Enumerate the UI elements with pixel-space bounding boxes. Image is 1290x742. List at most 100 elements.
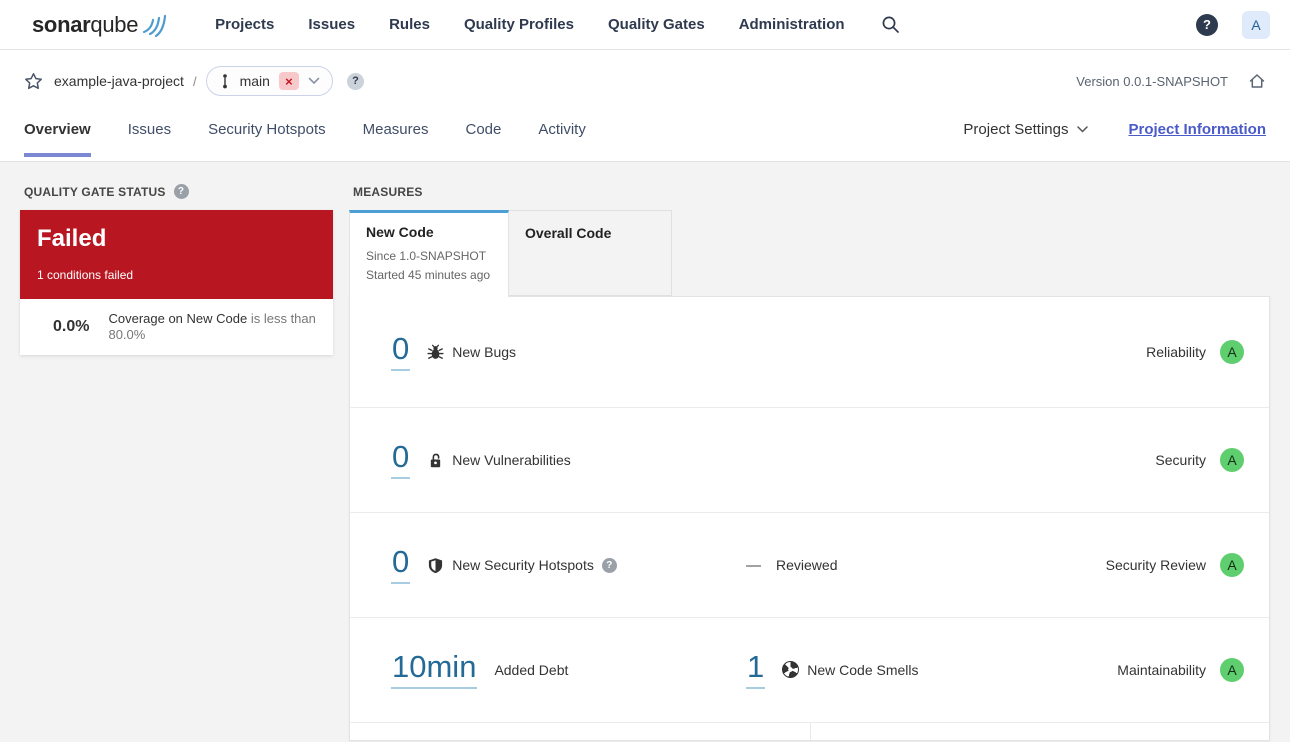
project-settings-menu[interactable]: Project Settings — [963, 121, 1089, 138]
quality-gate-condition-row[interactable]: 0.0% Coverage on New Code is less than 8… — [20, 299, 333, 355]
new-security-hotspots-label-group: New Security Hotspots ? — [427, 557, 617, 574]
security-hotspots-help-icon[interactable]: ? — [601, 557, 617, 573]
quality-gate-panel: QUALITY GATE STATUS ? Failed 1 condition… — [20, 184, 333, 741]
reviewed-dash: — — [746, 556, 761, 574]
new-vulnerabilities-label: New Vulnerabilities — [452, 452, 571, 468]
breadcrumb-separator: / — [192, 73, 197, 89]
nav-quality-profiles[interactable]: Quality Profiles — [464, 16, 574, 33]
tab-new-code[interactable]: New Code Since 1.0-SNAPSHOT Started 45 m… — [349, 210, 509, 297]
measures-title-row: MEASURES — [353, 184, 1270, 199]
search-icon[interactable] — [881, 15, 900, 34]
sonar-waves-icon — [139, 8, 169, 38]
reviewed-label: Reviewed — [776, 557, 838, 573]
project-information-link[interactable]: Project Information — [1128, 121, 1266, 138]
tab-security-hotspots[interactable]: Security Hotspots — [208, 112, 326, 162]
sonarqube-logo[interactable]: sonarqube — [32, 10, 169, 40]
added-debt-label: Added Debt — [494, 662, 569, 678]
measures-title: MEASURES — [353, 184, 423, 199]
branch-help-icon[interactable]: ? — [346, 72, 364, 90]
breadcrumb-right: Version 0.0.1-SNAPSHOT — [1076, 72, 1266, 90]
new-code-smells-label-group: New Code Smells — [782, 661, 919, 679]
help-icon[interactable]: ? — [1196, 13, 1218, 36]
hotspots-reviewed-group: — Reviewed — [746, 557, 837, 574]
top-right-actions: ? A — [1196, 10, 1270, 39]
project-header: example-java-project / main × ? Version … — [0, 50, 1290, 162]
measure-row-security-hotspots: 0 New Security Hotspots ? — Reviewed Sec… — [350, 513, 1269, 618]
reliability-rating-badge: A — [1220, 340, 1244, 364]
quality-gate-card: Failed 1 conditions failed 0.0% Coverage… — [20, 210, 333, 355]
top-navigation-bar: sonarqube Projects Issues Rules Quality … — [0, 0, 1290, 50]
tab-measures[interactable]: Measures — [363, 112, 429, 162]
new-code-smells-label: New Code Smells — [807, 661, 919, 678]
measures-rows: 0 New Bugs Reliability A 0 New Vulnerabi… — [349, 296, 1270, 741]
new-code-since: Since 1.0-SNAPSHOT — [366, 249, 487, 263]
quality-gate-status-banner: Failed 1 conditions failed — [20, 210, 333, 299]
new-bugs-label: New Bugs — [452, 344, 517, 360]
shield-icon — [427, 557, 444, 574]
maintainability-rating-badge: A — [1220, 658, 1244, 682]
security-review-rating-group: Security Review A — [1106, 553, 1244, 577]
logo-text-bold: sonar — [32, 11, 91, 37]
overview-content: QUALITY GATE STATUS ? Failed 1 condition… — [0, 162, 1290, 741]
quality-gate-title: QUALITY GATE STATUS — [24, 184, 166, 199]
new-vulnerabilities-count-link[interactable]: 0 — [391, 441, 411, 479]
tab-code[interactable]: Code — [465, 112, 501, 162]
nav-quality-gates[interactable]: Quality Gates — [608, 16, 705, 33]
new-code-smells-count-link[interactable]: 1 — [746, 651, 766, 689]
branch-selector[interactable]: main × — [205, 66, 333, 96]
primary-nav: Projects Issues Rules Quality Profiles Q… — [215, 16, 844, 33]
condition-value: 0.0% — [53, 318, 90, 335]
security-label: Security — [1155, 452, 1206, 468]
breadcrumb-project-link[interactable]: example-java-project — [54, 73, 184, 89]
version-label: Version 0.0.1-SNAPSHOT — [1076, 73, 1228, 89]
measure-row-vulnerabilities: 0 New Vulnerabilities Security A — [350, 408, 1269, 513]
branch-name: main — [239, 73, 270, 89]
tab-new-code-label: New Code — [366, 224, 434, 240]
reliability-rating-group: Reliability A — [1146, 340, 1244, 364]
new-bugs-label-group: New Bugs — [427, 344, 516, 361]
new-code-started: Started 45 minutes ago — [366, 267, 491, 282]
new-security-hotspots-count-link[interactable]: 0 — [391, 546, 411, 584]
security-review-label: Security Review — [1105, 557, 1206, 573]
bug-icon — [427, 344, 444, 361]
new-code-smells-group: 1 New Code Smells — [746, 651, 919, 689]
new-security-hotspots-label: New Security Hotspots — [452, 557, 594, 573]
favorite-star-icon[interactable] — [24, 72, 43, 91]
project-tabs-right: Project Settings Project Information — [963, 112, 1266, 162]
branch-failed-badge: × — [278, 72, 299, 90]
nav-administration[interactable]: Administration — [739, 16, 845, 33]
tab-overall-code[interactable]: Overall Code — [509, 210, 672, 296]
nav-projects[interactable]: Projects — [215, 16, 274, 33]
quality-gate-help-icon[interactable]: ? — [173, 184, 189, 199]
quality-gate-conditions-summary: 1 conditions failed — [37, 268, 134, 282]
nav-issues[interactable]: Issues — [308, 16, 355, 33]
code-smell-icon — [782, 661, 800, 679]
tab-overall-code-label: Overall Code — [525, 225, 612, 241]
nav-rules[interactable]: Rules — [389, 16, 430, 33]
maintainability-label: Maintainability — [1117, 662, 1206, 678]
quality-gate-status: Failed — [37, 225, 107, 252]
condition-text: Coverage on New Code is less than 80.0% — [108, 311, 322, 344]
project-settings-label: Project Settings — [963, 121, 1069, 138]
new-bugs-count-link[interactable]: 0 — [391, 333, 411, 371]
new-vulnerabilities-label-group: New Vulnerabilities — [427, 452, 571, 469]
measure-row-maintainability: 10min Added Debt 1 New Code Smells Maint… — [350, 618, 1269, 723]
tab-issues[interactable]: Issues — [128, 112, 171, 162]
measure-row-bugs: 0 New Bugs Reliability A — [350, 297, 1269, 408]
condition-metric: Coverage on New Code — [108, 310, 248, 326]
security-rating-badge: A — [1220, 448, 1244, 472]
panel-vertical-divider — [810, 723, 811, 740]
added-debt-link[interactable]: 10min — [391, 651, 478, 689]
tab-new-code-subtitle: Since 1.0-SNAPSHOT Started 45 minutes ag… — [366, 247, 492, 284]
home-icon[interactable] — [1248, 72, 1266, 90]
avatar[interactable]: A — [1242, 10, 1270, 39]
security-rating-group: Security A — [1155, 448, 1244, 472]
unlock-icon — [427, 452, 444, 469]
tab-overview[interactable]: Overview — [24, 112, 91, 162]
branch-icon — [219, 73, 231, 90]
sonarqube-logo-text: sonarqube — [32, 10, 138, 40]
tab-activity[interactable]: Activity — [538, 112, 586, 162]
logo-text-light: qube — [90, 11, 139, 37]
added-debt-label-group: Added Debt — [494, 662, 568, 678]
maintainability-rating-group: Maintainability A — [1117, 658, 1244, 682]
